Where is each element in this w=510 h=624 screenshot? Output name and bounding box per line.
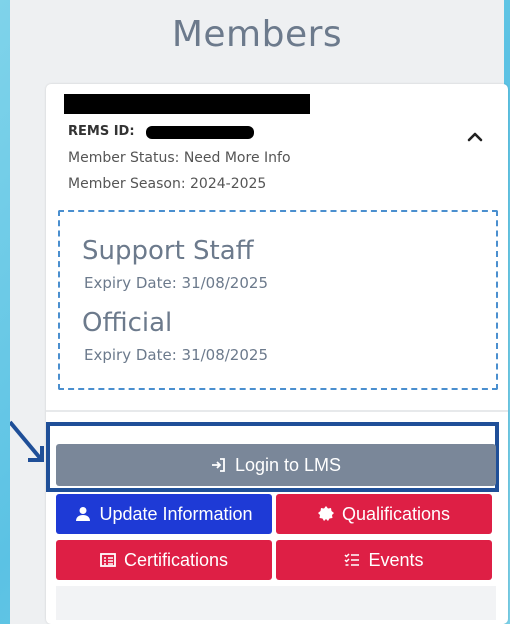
page-title: Members	[171, 14, 343, 55]
divider	[46, 410, 508, 412]
qualifications-button[interactable]: Qualifications	[276, 494, 492, 534]
license-expiry: Expiry Date: 31/08/2025	[84, 274, 268, 292]
certifications-label: Certifications	[123, 549, 229, 570]
licenses-box: Support Staff Expiry Date: 31/08/2025 Of…	[58, 210, 498, 390]
events-label: Events	[368, 549, 424, 570]
member-status: Member Status: Need More Info	[68, 150, 291, 166]
annotation-arrow-icon	[10, 420, 44, 462]
user-icon	[76, 507, 91, 521]
members-panel: Members REMS ID: Member Status: Need Mor…	[10, 0, 508, 624]
member-card: REMS ID: Member Status: Need More Info M…	[46, 84, 508, 624]
license-name: Official	[82, 308, 173, 338]
list-check-icon	[344, 553, 360, 566]
certifications-button[interactable]: Certifications	[56, 540, 272, 580]
sign-in-icon	[211, 458, 225, 472]
events-button[interactable]: Events	[276, 540, 492, 580]
rems-id-label: REMS ID:	[68, 124, 135, 139]
badge-icon	[317, 506, 334, 521]
redacted-name	[64, 94, 310, 114]
login-label: Login to LMS	[234, 454, 342, 475]
qualifications-label: Qualifications	[341, 503, 451, 524]
update-information-button[interactable]: Update Information	[56, 494, 272, 534]
update-label: Update Information	[99, 503, 253, 524]
footer-bar	[56, 586, 496, 620]
member-season: Member Season: 2024-2025	[68, 176, 267, 192]
list-alt-icon	[100, 553, 116, 567]
license-expiry: Expiry Date: 31/08/2025	[84, 346, 268, 364]
login-lms-button[interactable]: Login to LMS	[56, 444, 496, 486]
chevron-up-icon[interactable]	[466, 128, 484, 146]
redacted-rems-id	[146, 126, 254, 139]
license-name: Support Staff	[82, 236, 254, 266]
